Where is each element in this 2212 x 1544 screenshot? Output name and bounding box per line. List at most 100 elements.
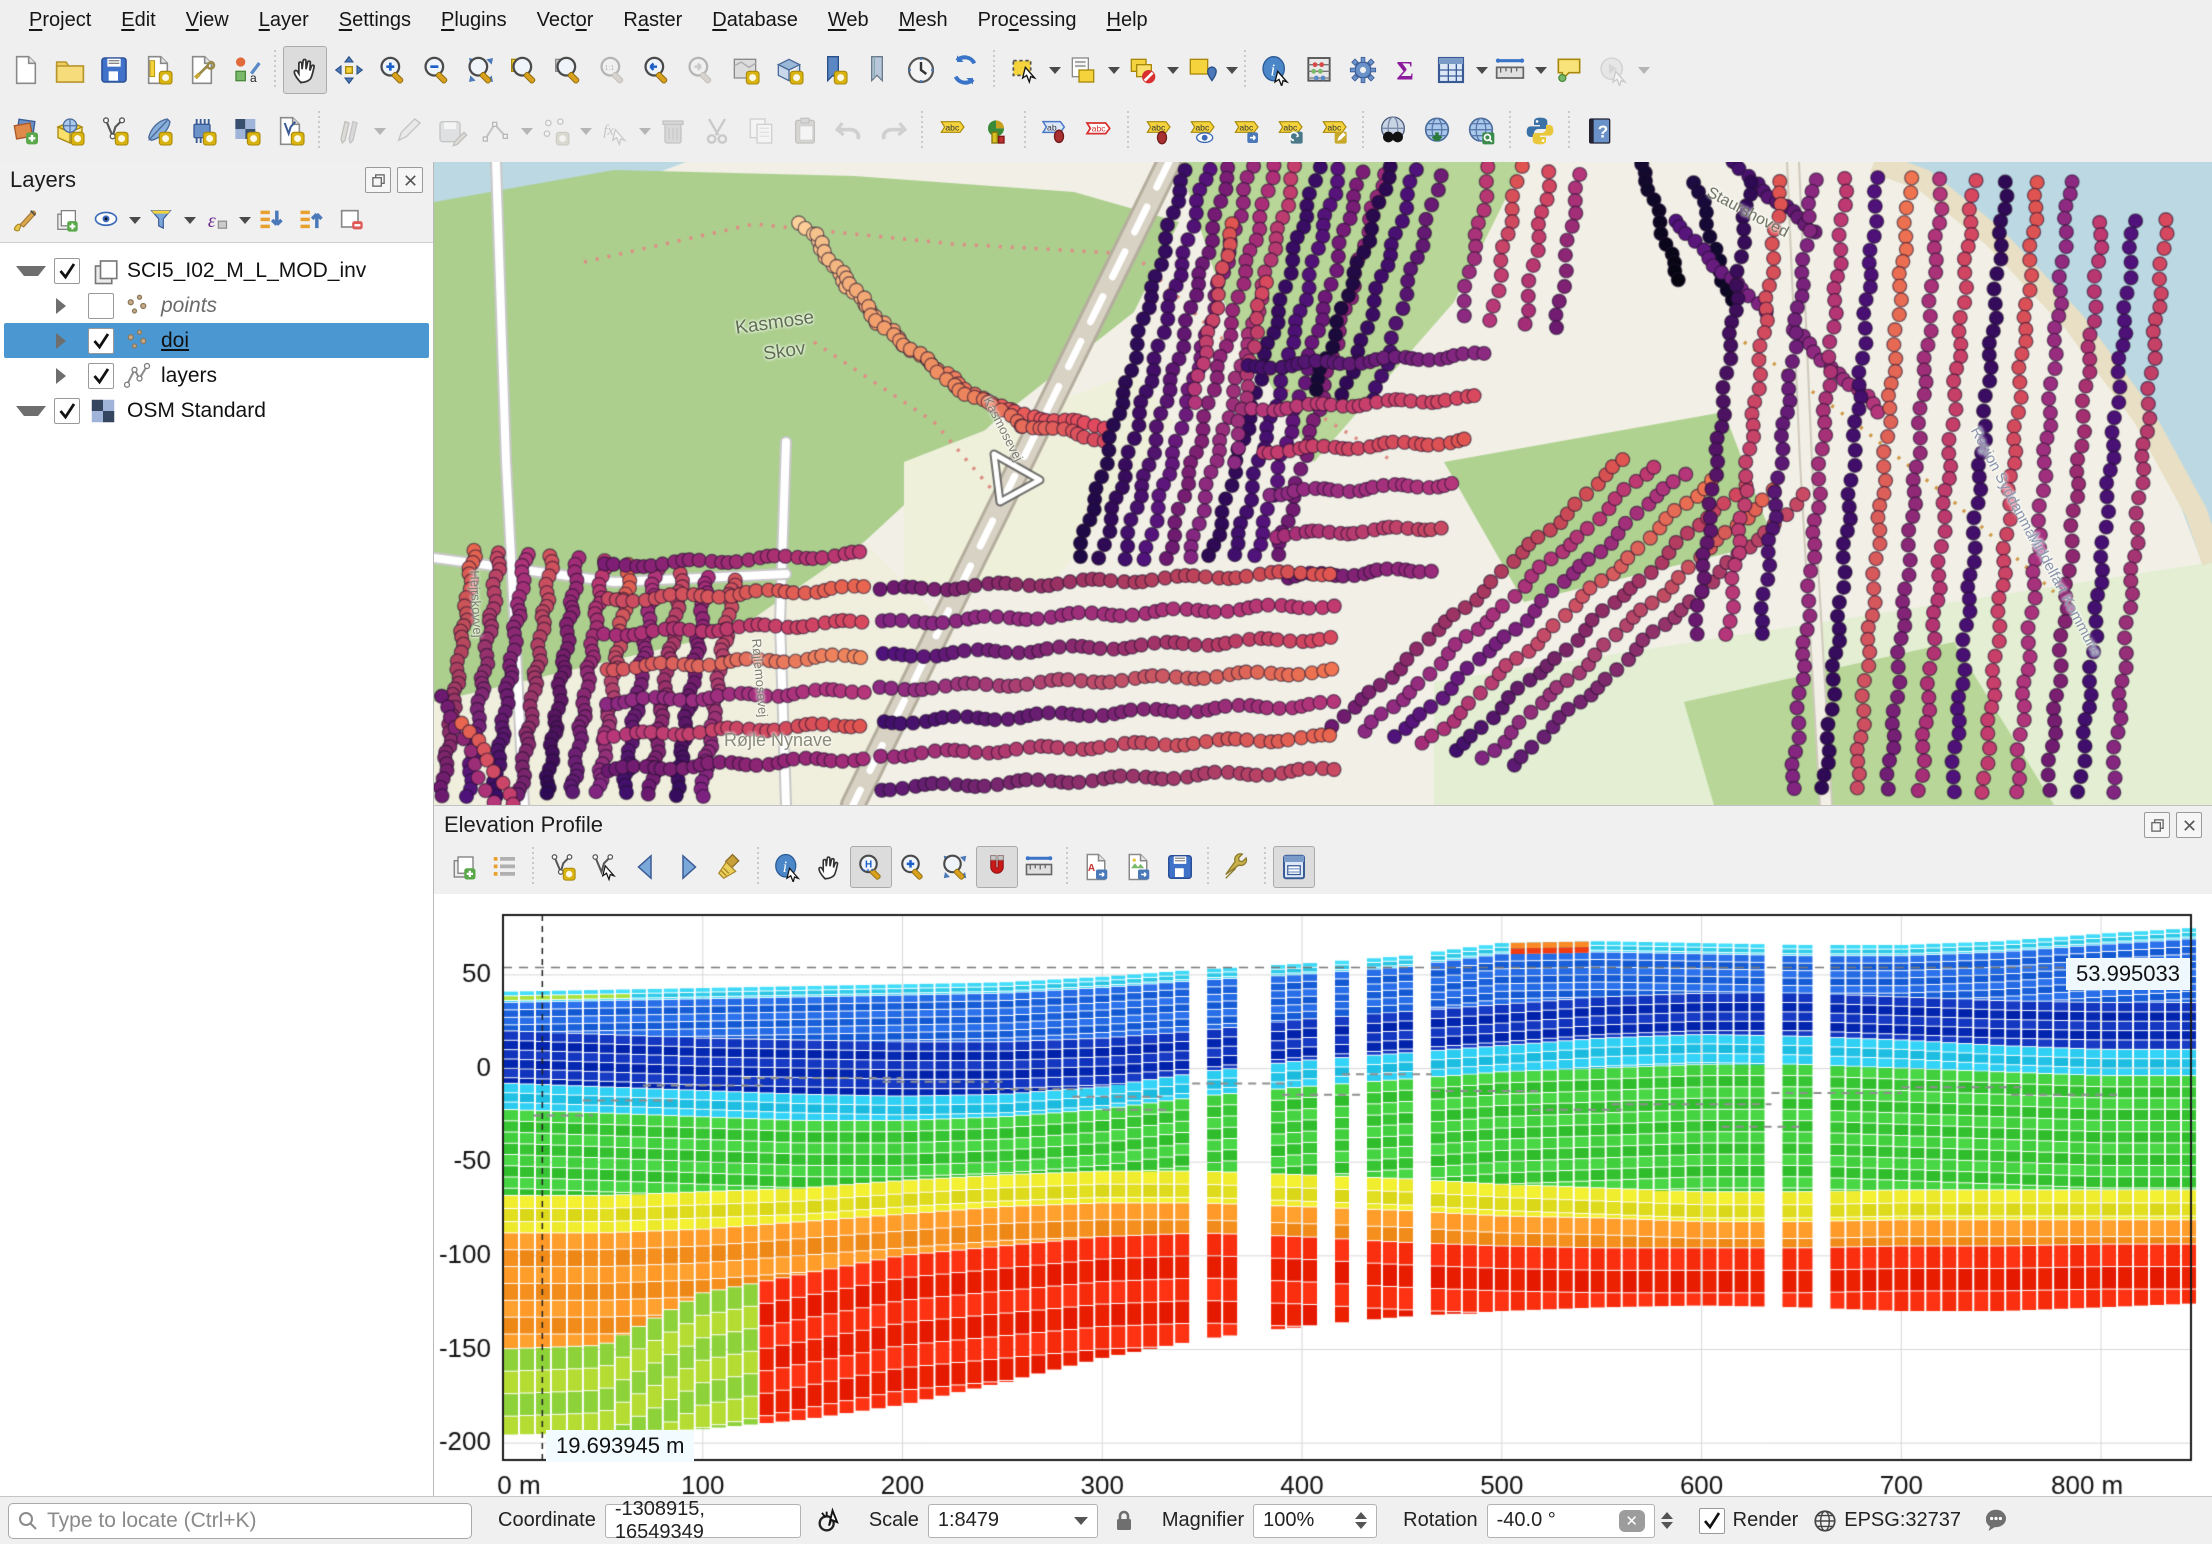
open-project-button[interactable] xyxy=(48,46,92,94)
new-3d-map-view-button[interactable] xyxy=(767,46,811,94)
pan-to-selection-button[interactable] xyxy=(327,46,371,94)
rotate-label-button[interactable]: abc xyxy=(1268,107,1312,155)
add-feature-dropdown-arrow[interactable] xyxy=(521,128,533,135)
measure-line-button[interactable] xyxy=(1488,46,1532,94)
new-map-view-button[interactable] xyxy=(723,46,767,94)
layer-visibility-checkbox[interactable] xyxy=(88,293,114,319)
show-unplaced-labels-button[interactable]: abc xyxy=(1077,107,1121,155)
layer-item-osm-standard[interactable]: OSM Standard xyxy=(4,393,429,428)
layer-visibility-checkbox[interactable] xyxy=(54,398,80,424)
export-results-button[interactable] xyxy=(1159,846,1201,888)
select-by-value-button[interactable] xyxy=(1179,46,1223,94)
select-by-form-dropdown-arrow[interactable] xyxy=(1108,67,1120,74)
new-spatial-bookmark-button[interactable] xyxy=(811,46,855,94)
manage-map-themes-button[interactable] xyxy=(86,200,126,240)
menu-database[interactable]: Database xyxy=(697,0,813,40)
highlight-pinned-labels-button[interactable]: ab xyxy=(1033,107,1077,155)
zoom-to-layer-button[interactable] xyxy=(547,46,591,94)
close-profile-icon[interactable] xyxy=(2176,812,2202,838)
select-features-dropdown-arrow[interactable] xyxy=(1049,67,1061,74)
new-virtual-layer-button[interactable] xyxy=(268,107,312,155)
pan-profile-button[interactable] xyxy=(808,846,850,888)
filter-legend-button[interactable] xyxy=(141,200,181,240)
render-checkbox[interactable] xyxy=(1699,1508,1725,1534)
refresh-button[interactable] xyxy=(943,46,987,94)
collapse-all-button[interactable] xyxy=(291,200,331,240)
menu-view[interactable]: View xyxy=(171,0,244,40)
filter-by-expression-button[interactable]: ε xyxy=(196,200,236,240)
rotation-spin-arrows[interactable] xyxy=(1661,1512,1673,1529)
locator-input[interactable]: Type to locate (Ctrl+K) xyxy=(8,1503,472,1539)
messages-icon[interactable] xyxy=(1981,1506,2011,1536)
new-raster-layer-button[interactable] xyxy=(224,107,268,155)
temporal-controller-button[interactable] xyxy=(899,46,943,94)
new-shapefile-layer-button[interactable] xyxy=(92,107,136,155)
elevation-profile-chart[interactable]: 53.995033 19.693945 m xyxy=(434,894,2212,1497)
metasearch-button[interactable] xyxy=(1371,107,1415,155)
map-canvas-area[interactable]: KasmoseSkovRøjle NynaveStaurshovedRegion… xyxy=(434,162,2212,805)
current-edits-dropdown-arrow[interactable] xyxy=(374,128,386,135)
menu-raster[interactable]: Raster xyxy=(608,0,697,40)
float-profile-icon[interactable] xyxy=(2144,812,2170,838)
vertex-tool-dropdown-arrow[interactable] xyxy=(580,128,592,135)
expand-all-button[interactable] xyxy=(251,200,291,240)
menu-web[interactable]: Web xyxy=(813,0,884,40)
deselect-features-button[interactable] xyxy=(1120,46,1164,94)
open-attribute-table-button[interactable] xyxy=(1429,46,1473,94)
pan-map-button[interactable] xyxy=(283,46,327,94)
run-last-model-dropdown-arrow[interactable] xyxy=(1638,67,1650,74)
enable-snapping-button[interactable] xyxy=(976,846,1018,888)
crs-globe-icon[interactable] xyxy=(1812,1508,1838,1534)
layer-visibility-checkbox[interactable] xyxy=(88,363,114,389)
show-layout-manager-button[interactable] xyxy=(180,46,224,94)
layer-item-layers[interactable]: layers xyxy=(4,358,429,393)
modify-attributes-dropdown-arrow[interactable] xyxy=(639,128,651,135)
move-label-button[interactable]: abc xyxy=(1224,107,1268,155)
search-osm-button[interactable] xyxy=(1459,107,1503,155)
show-statistics-button[interactable]: Σ xyxy=(1385,46,1429,94)
expander-open-icon[interactable] xyxy=(16,406,46,416)
scale-combo-arrow[interactable] xyxy=(1074,1517,1088,1525)
menu-mesh[interactable]: Mesh xyxy=(884,0,963,40)
filter-legend-dropdown-arrow[interactable] xyxy=(184,217,196,224)
clear-button[interactable] xyxy=(709,846,751,888)
scale-combo[interactable]: 1:8479 xyxy=(928,1504,1098,1538)
capture-curve-button[interactable] xyxy=(541,846,583,888)
layer-diagram-options-button[interactable] xyxy=(974,107,1018,155)
menu-processing[interactable]: Processing xyxy=(963,0,1092,40)
profile-options-button[interactable] xyxy=(1216,846,1258,888)
layer-visibility-checkbox[interactable] xyxy=(88,328,114,354)
filter-by-expression-dropdown-arrow[interactable] xyxy=(239,217,251,224)
identify-features-profile-button[interactable]: i xyxy=(766,846,808,888)
magnifier-spin-arrows[interactable] xyxy=(1355,1512,1367,1529)
zoom-x-axis-button[interactable]: H xyxy=(850,846,892,888)
layer-labeling-options-button[interactable]: abc xyxy=(930,107,974,155)
close-panel-icon[interactable] xyxy=(397,167,423,193)
new-project-button[interactable] xyxy=(4,46,48,94)
magnifier-spinbox[interactable]: 100% xyxy=(1253,1504,1377,1538)
add-layers-to-profile-button[interactable] xyxy=(442,846,484,888)
layer-item-doi[interactable]: doi xyxy=(4,323,429,358)
expander-closed-icon[interactable] xyxy=(56,368,80,384)
menu-edit[interactable]: Edit xyxy=(106,0,170,40)
pin-unpin-labels-button[interactable]: abc xyxy=(1136,107,1180,155)
export-as-image-button[interactable] xyxy=(1117,846,1159,888)
map-tips-button[interactable] xyxy=(1547,46,1591,94)
menu-vector[interactable]: Vector xyxy=(522,0,609,40)
show-layer-tree-button[interactable] xyxy=(484,846,526,888)
statistical-summary-button[interactable] xyxy=(1297,46,1341,94)
save-project-button[interactable] xyxy=(92,46,136,94)
select-by-form-button[interactable] xyxy=(1061,46,1105,94)
new-spatialite-layer-button[interactable] xyxy=(180,107,224,155)
rotation-spinbox[interactable]: -40.0 ° ✕ xyxy=(1487,1504,1655,1538)
zoom-full-profile-button[interactable] xyxy=(934,846,976,888)
remove-layer-button[interactable] xyxy=(331,200,371,240)
new-geopackage-layer-button[interactable] xyxy=(136,107,180,155)
export-as-pdf-button[interactable]: A xyxy=(1075,846,1117,888)
help-contents-button[interactable]: ? xyxy=(1577,107,1621,155)
layer-item-points[interactable]: points xyxy=(4,288,429,323)
zoom-in-profile-button[interactable] xyxy=(892,846,934,888)
measure-line-dropdown-arrow[interactable] xyxy=(1535,67,1547,74)
coordinate-input[interactable]: -1308915, 16549349 xyxy=(605,1504,801,1538)
expander-closed-icon[interactable] xyxy=(56,298,80,314)
